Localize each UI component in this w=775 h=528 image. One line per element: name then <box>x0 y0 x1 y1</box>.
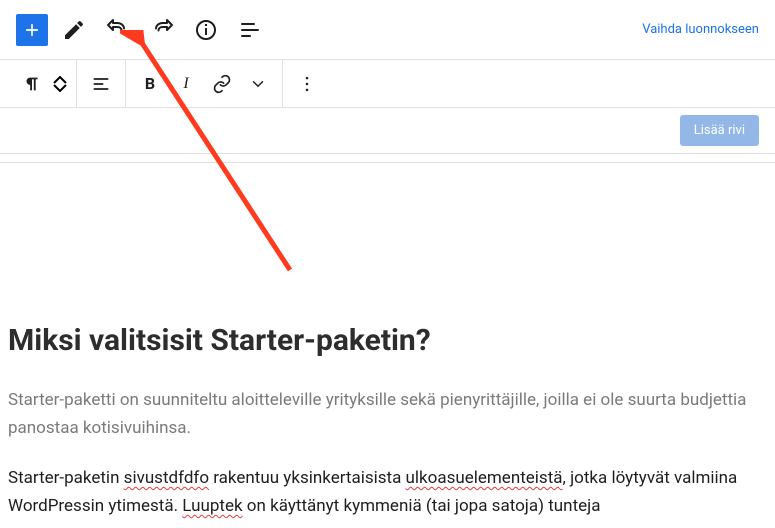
text-run: on käyttänyt kymmeniä (tai jopa satoja) … <box>243 496 601 516</box>
move-block-buttons[interactable] <box>50 76 70 92</box>
more-options-button[interactable] <box>289 66 325 102</box>
spellcheck-word[interactable]: Luuptek <box>182 496 242 516</box>
align-left-icon <box>91 74 111 94</box>
link-button[interactable] <box>204 66 240 102</box>
paragraph-icon <box>21 73 43 95</box>
switch-to-draft-link[interactable]: Vaihda luonnokseen <box>642 22 759 37</box>
row-bar: Lisää rivi <box>0 108 775 154</box>
spellcheck-word[interactable]: sivustdfdfo <box>124 468 209 488</box>
text-run: rakentuu yksinkertaisista <box>209 468 406 488</box>
bold-button[interactable]: B <box>132 66 168 102</box>
undo-button[interactable] <box>100 12 136 48</box>
paragraph-block-button[interactable] <box>14 66 50 102</box>
spellcheck-word[interactable]: ulkoasuelementeistä <box>406 468 563 488</box>
text-run: Starter-paketin <box>8 468 124 488</box>
heading-block[interactable]: Miksi valitsisit Starter-paketin? <box>8 323 767 358</box>
top-toolbar: Vaihda luonnokseen <box>0 0 775 60</box>
editor-content[interactable]: Miksi valitsisit Starter-paketin? Starte… <box>0 323 775 520</box>
bold-label: B <box>145 74 155 93</box>
italic-button[interactable]: I <box>168 66 204 102</box>
more-vertical-icon <box>297 74 317 94</box>
top-toolbar-left <box>16 12 268 48</box>
paragraph-block-1[interactable]: Starter-paketti on suunniteltu aloittele… <box>8 386 767 442</box>
add-block-button[interactable] <box>16 14 48 46</box>
add-row-button[interactable]: Lisää rivi <box>680 115 759 146</box>
info-icon <box>194 18 218 42</box>
link-icon <box>212 74 232 94</box>
info-button[interactable] <box>188 12 224 48</box>
chevron-down-icon <box>53 84 67 92</box>
italic-label: I <box>183 75 188 93</box>
align-button[interactable] <box>83 66 119 102</box>
plus-icon <box>22 20 42 40</box>
redo-icon <box>150 18 174 42</box>
paragraph-block-2[interactable]: Starter-paketin sivustdfdfo rakentuu yks… <box>8 464 767 520</box>
more-formatting-button[interactable] <box>240 66 276 102</box>
divider <box>0 162 775 163</box>
chevron-down-icon <box>249 75 267 93</box>
pencil-icon <box>62 18 86 42</box>
list-view-icon <box>238 18 262 42</box>
chevron-up-icon <box>53 76 67 84</box>
outline-button[interactable] <box>232 12 268 48</box>
edit-mode-button[interactable] <box>56 12 92 48</box>
undo-icon <box>106 18 130 42</box>
redo-button[interactable] <box>144 12 180 48</box>
block-toolbar: B I <box>0 60 775 108</box>
